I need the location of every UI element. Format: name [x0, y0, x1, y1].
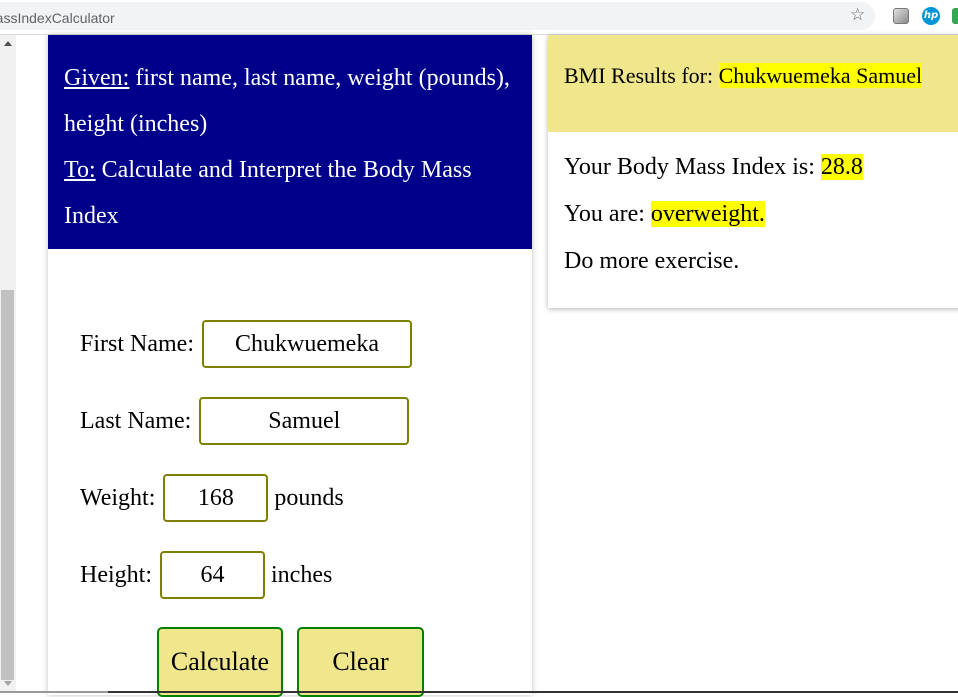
- results-title: BMI Results for:: [564, 63, 719, 88]
- bmi-line: Your Body Mass Index is: 28.8: [564, 154, 958, 201]
- star-icon[interactable]: ☆: [850, 5, 865, 25]
- status-line: You are: overweight.: [564, 201, 958, 248]
- browser-toolbar: MassIndexCalculator ☆ hp: [0, 0, 958, 34]
- scroll-thumb[interactable]: [1, 290, 14, 680]
- task-description: Given: first name, last name, weight (po…: [48, 35, 532, 249]
- to-text: Calculate and Interpret the Body Mass In…: [64, 157, 472, 229]
- results-header: BMI Results for: Chukwuemeka Samuel: [548, 35, 958, 132]
- bmi-value: 28.8: [820, 154, 863, 180]
- calculate-button[interactable]: Calculate: [157, 627, 283, 697]
- weight-input[interactable]: [163, 474, 269, 522]
- scroll-down-arrow-icon[interactable]: [4, 681, 12, 686]
- height-unit: inches: [271, 561, 333, 588]
- first-name-label: First Name:: [80, 330, 194, 357]
- height-input[interactable]: [160, 551, 265, 599]
- status-label: You are:: [564, 201, 651, 227]
- weight-row: Weight: pounds: [80, 474, 344, 522]
- vertical-scrollbar[interactable]: [0, 35, 16, 693]
- extension-cube-icon[interactable]: [893, 8, 909, 24]
- height-row: Height: inches: [80, 551, 332, 599]
- bmi-label: Your Body Mass Index is:: [564, 154, 821, 180]
- to-label: To:: [64, 157, 96, 183]
- last-name-input[interactable]: [199, 397, 410, 445]
- weight-label: Weight:: [80, 484, 156, 511]
- last-name-label: Last Name:: [80, 407, 192, 434]
- first-name-row: First Name:: [80, 320, 418, 368]
- advice-line: Do more exercise.: [564, 248, 740, 274]
- hp-extension-icon[interactable]: hp: [922, 7, 940, 25]
- weight-unit: pounds: [274, 484, 344, 511]
- results-name: Chukwuemeka Samuel: [718, 63, 923, 88]
- clear-button[interactable]: Clear: [297, 627, 424, 697]
- scroll-up-arrow-icon[interactable]: [4, 41, 12, 46]
- to-line: To: Calculate and Interpret the Body Mas…: [64, 147, 516, 239]
- url-text[interactable]: MassIndexCalculator: [0, 10, 115, 26]
- given-text: first name, last name, weight (pounds), …: [64, 65, 510, 137]
- last-name-row: Last Name:: [80, 397, 415, 445]
- results-card: BMI Results for: Chukwuemeka Samuel Your…: [548, 35, 958, 308]
- height-label: Height:: [80, 561, 152, 588]
- status-value: overweight.: [650, 201, 765, 227]
- first-name-input[interactable]: [202, 320, 412, 368]
- results-body: Your Body Mass Index is: 28.8 You are: o…: [548, 132, 958, 295]
- given-label: Given:: [64, 65, 130, 91]
- given-line: Given: first name, last name, weight (po…: [64, 55, 516, 147]
- address-bar[interactable]: MassIndexCalculator: [0, 2, 875, 30]
- green-extension-icon[interactable]: [952, 8, 958, 24]
